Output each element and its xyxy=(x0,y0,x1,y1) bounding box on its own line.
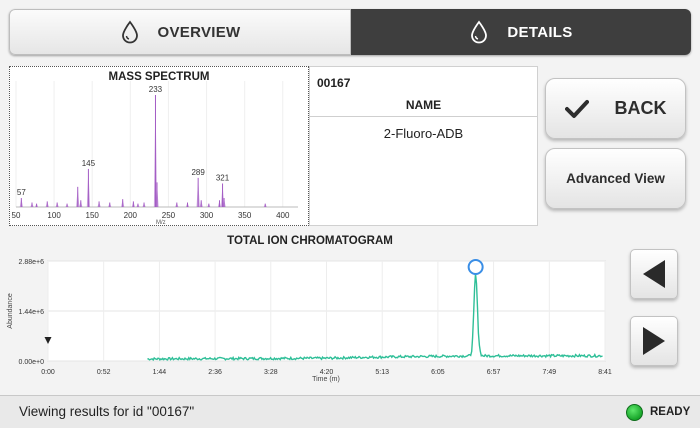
checkmark-icon xyxy=(564,99,589,118)
triangle-left-icon xyxy=(643,260,665,288)
previous-button[interactable] xyxy=(630,249,678,299)
spectrum-peak-label: 145 xyxy=(82,159,96,168)
back-button-label: BACK xyxy=(614,98,667,118)
advanced-view-label: Advanced View xyxy=(566,171,665,186)
spectrum-x-tick: 50 xyxy=(12,211,21,220)
tic-y-tick: 1.44e+6 xyxy=(19,309,45,316)
name-label: NAME xyxy=(405,98,442,112)
tic-x-tick: 6:57 xyxy=(487,369,501,376)
tic-x-tick: 4:20 xyxy=(320,369,334,376)
spectrum-x-tick: 250 xyxy=(162,211,176,220)
compound-name: 2-Fluoro-ADB xyxy=(383,126,464,141)
spectrum-peak-label: 289 xyxy=(191,168,205,177)
mass-spectrum-chart: 50 100 150 200 250 300 350 400 57 145 233 289 321 M/z xyxy=(12,81,298,226)
advanced-view-button[interactable]: Advanced View xyxy=(545,148,686,209)
total-ion-chromatogram-chart: 2.88e+6 1.44e+6 0.00e+0 0:00 0:52 1:44 2:36 3:2… xyxy=(7,259,612,383)
tic-peak-marker xyxy=(467,259,484,275)
spectrum-x-tick: 100 xyxy=(47,211,61,220)
tab-overview[interactable]: OVERVIEW xyxy=(9,9,351,55)
spectrum-x-axis-label: M/z xyxy=(156,220,166,226)
droplet-icon xyxy=(471,20,488,44)
status-bar: Viewing results for id "00167" READY xyxy=(0,395,700,428)
status-message: Viewing results for id "00167" xyxy=(19,404,195,419)
tab-overview-label: OVERVIEW xyxy=(157,23,241,41)
back-button[interactable]: BACK xyxy=(545,78,686,139)
tic-x-tick: 1:44 xyxy=(153,369,167,376)
compound-info-panel: 00167 NAME 2-Fluoro-ADB xyxy=(309,66,538,226)
tic-x-tick: 8:41 xyxy=(598,369,612,376)
mass-spectrum-title: MASS SPECTRUM xyxy=(108,71,210,83)
tic-x-tick: 0:00 xyxy=(41,369,55,376)
spectrum-x-tick: 400 xyxy=(276,211,290,220)
triangle-right-icon xyxy=(643,327,665,355)
spectrum-x-tick: 200 xyxy=(124,211,138,220)
spectrum-peak-label: 233 xyxy=(149,85,163,94)
spectrum-peak-label: 57 xyxy=(17,188,26,197)
spectrum-x-tick: 150 xyxy=(86,211,100,220)
ready-label: READY xyxy=(650,406,691,418)
next-button[interactable] xyxy=(630,316,678,366)
info-divider xyxy=(310,116,537,117)
ready-indicator-icon xyxy=(626,404,643,421)
mass-spectrum-panel: 50 100 150 200 250 300 350 400 57 145 233 289 321 M/z… xyxy=(9,66,309,226)
view-tabs: OVERVIEW DETAILS xyxy=(9,9,691,55)
tic-y-tick: 2.88e+6 xyxy=(19,259,45,266)
tic-x-tick: 6:05 xyxy=(431,369,445,376)
compound-id: 00167 xyxy=(317,76,351,90)
tic-y-tick: 0.00e+0 xyxy=(19,359,45,366)
tic-x-axis-label: Time (m) xyxy=(312,376,340,383)
spectrum-peak-label: 321 xyxy=(216,173,230,182)
tic-x-tick: 3:28 xyxy=(264,369,278,376)
tic-x-tick: 7:49 xyxy=(542,369,556,376)
tab-details-label: DETAILS xyxy=(507,23,573,41)
spectrum-x-tick: 350 xyxy=(238,211,252,220)
tab-details[interactable]: DETAILS xyxy=(351,9,691,55)
tic-x-tick: 5:13 xyxy=(375,369,389,376)
spectrum-x-tick: 300 xyxy=(200,211,214,220)
tic-x-tick: 0:52 xyxy=(97,369,111,376)
tic-x-tick: 2:36 xyxy=(208,369,222,376)
tic-y-axis-label: Abundance xyxy=(7,293,14,329)
droplet-icon xyxy=(121,20,138,44)
